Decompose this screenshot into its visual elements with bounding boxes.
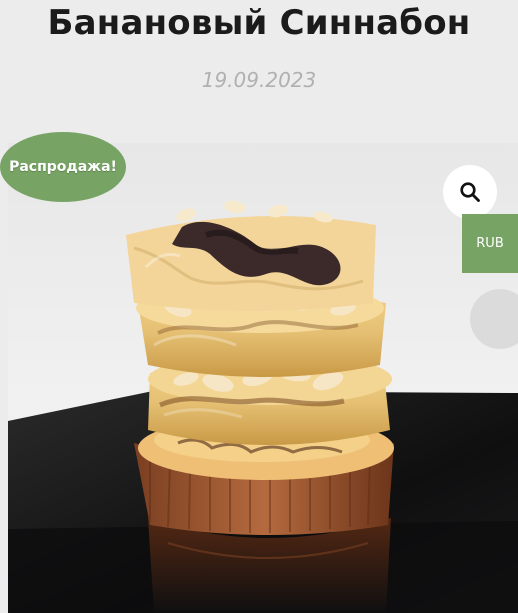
sale-badge: Распродажа! [0,132,126,202]
zoom-button[interactable] [443,165,497,219]
post-date: 19.09.2023 [201,68,317,92]
product-photo [8,143,518,613]
search-icon [460,182,480,202]
product-image[interactable] [8,143,518,613]
currency-switcher[interactable]: RUB [462,214,518,273]
page-title: Банановый Синнабон [47,3,471,43]
